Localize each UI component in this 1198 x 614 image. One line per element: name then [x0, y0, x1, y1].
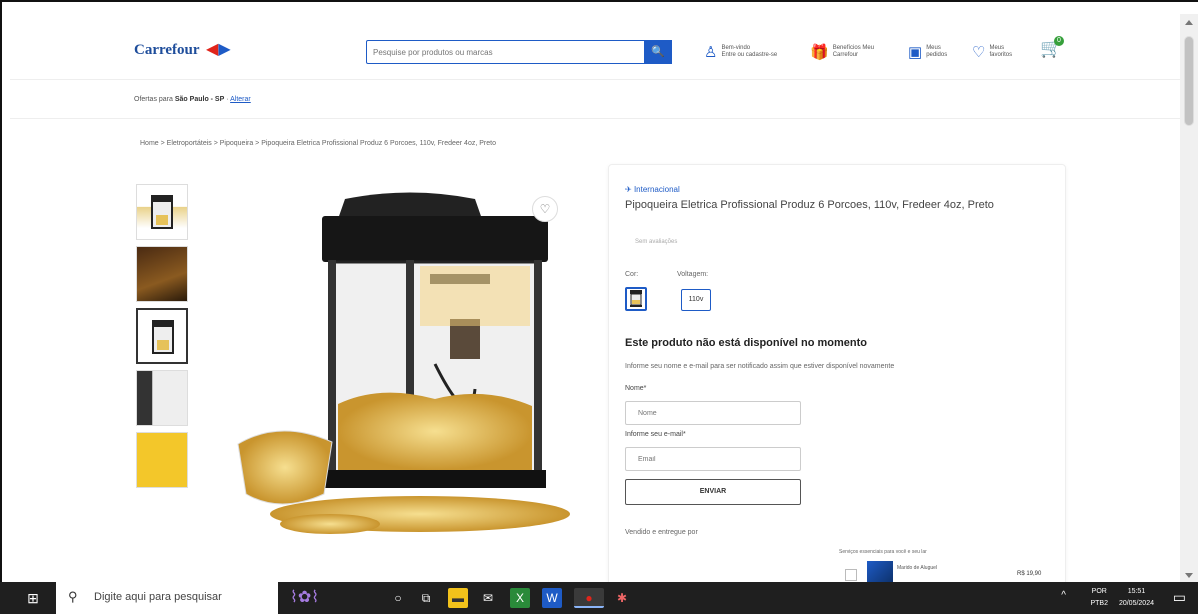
add-to-favorites-button[interactable]: ♡: [532, 196, 558, 222]
orders-label: Meus: [926, 45, 941, 51]
taskbar-search-text: Digite aqui para pesquisar: [94, 591, 222, 603]
color-label: Cor:: [625, 271, 639, 278]
tray-chevron-icon[interactable]: ^: [1061, 590, 1066, 601]
word-icon[interactable]: W: [542, 588, 562, 608]
international-badge: ✈ Internacional: [625, 185, 680, 194]
heart-icon: ♡: [972, 43, 986, 61]
popcorn-machine-image: [152, 320, 174, 354]
page-scrollbar[interactable]: [1180, 14, 1198, 584]
product-main-image[interactable]: [220, 174, 590, 544]
search-bar: 🔍: [366, 40, 672, 64]
header-divider: [10, 118, 1182, 119]
favorites-link[interactable]: ♡ Meus favoritos: [972, 40, 1012, 64]
scroll-up-icon[interactable]: [1185, 20, 1193, 25]
orders-icon: ▣: [908, 43, 923, 61]
heart-icon: ♡: [539, 202, 551, 216]
cortana-circle-icon[interactable]: ○: [388, 588, 408, 608]
user-icon: ♙: [704, 43, 718, 61]
email-field[interactable]: [625, 447, 801, 471]
service-image: [867, 561, 893, 584]
mail-icon[interactable]: ✉: [478, 588, 498, 608]
taskbar-search-box[interactable]: ⚲ Digite aqui para pesquisar: [56, 582, 278, 614]
page-viewport: Carrefour ◀▶ 🔍 ♙ Bem-vindoEntre ou cadas…: [10, 14, 1182, 584]
orders-link[interactable]: ▣ Meus pedidos: [908, 40, 947, 64]
send-button[interactable]: ENVIAR: [625, 479, 801, 505]
login-label: Bem-vindo: [721, 45, 751, 51]
thumbnail-5[interactable]: [136, 432, 188, 488]
carrefour-logo-mark-icon: ◀▶: [206, 41, 231, 58]
location-prefix: Ofertas para: [134, 96, 173, 103]
app-icon[interactable]: ✱: [612, 588, 632, 608]
product-info-panel: ✈ Internacional Pipoqueira Eletrica Prof…: [608, 164, 1066, 584]
benefits-label: Benefícios Meu: [832, 45, 875, 51]
windows-start-icon[interactable]: ⊞: [10, 582, 56, 614]
thumbnail-4[interactable]: [136, 370, 188, 426]
sold-by-label: Vendido e entregue por: [625, 529, 698, 536]
delivery-location: Ofertas para São Paulo - SP · Alterar: [134, 96, 251, 103]
cortana-icon[interactable]: ⌇✿⌇: [290, 586, 370, 610]
gift-icon: 🎁: [810, 43, 829, 61]
login-sublabel: Entre ou cadastre-se: [721, 52, 778, 58]
search-icon: 🔍: [651, 46, 665, 58]
service-price: R$ 19,90: [1017, 571, 1042, 577]
unavailable-title: Este produto não está disponível no mome…: [625, 337, 868, 349]
browser-window: Carrefour ◀▶ 🔍 ♙ Bem-vindoEntre ou cadas…: [0, 0, 1198, 614]
color-swatch-black[interactable]: [625, 287, 647, 311]
name-field[interactable]: [625, 401, 801, 425]
voltage-option-110v[interactable]: 110v: [681, 289, 711, 311]
language-code: POR: [1091, 588, 1107, 595]
thumbnail-list: [136, 184, 192, 494]
thumbnail-2[interactable]: [136, 246, 188, 302]
scrollbar-thumb[interactable]: [1184, 36, 1194, 126]
orders-sublabel: pedidos: [926, 52, 948, 58]
site-header: Carrefour ◀▶ 🔍 ♙ Bem-vindoEntre ou cadas…: [10, 14, 1182, 80]
task-view-icon[interactable]: ⧉: [416, 588, 436, 608]
service-checkbox[interactable]: [845, 569, 857, 581]
notification-icon[interactable]: ▭: [1173, 589, 1186, 606]
file-explorer-icon[interactable]: ▬: [448, 588, 468, 608]
windows-taskbar: ⊞ ⚲ Digite aqui para pesquisar ⌇✿⌇ ○ ⧉ ▬…: [0, 582, 1198, 614]
popcorn-machine-image: [151, 195, 173, 229]
favorites-label: Meus: [989, 45, 1005, 51]
location-city: São Paulo - SP: [174, 96, 225, 103]
voltage-label: Voltagem:: [677, 271, 709, 278]
clock-time: 15:51: [1127, 588, 1146, 595]
notify-description: Informe seu nome e e-mail para ser notif…: [625, 363, 895, 370]
search-icon: ⚲: [68, 589, 78, 604]
language-indicator[interactable]: POR PTB2: [1090, 586, 1108, 610]
popcorn-machine-icon: [630, 290, 642, 307]
benefits-sublabel: Carrefour: [832, 52, 859, 58]
login-link[interactable]: ♙ Bem-vindo Entre ou cadastre-se: [704, 40, 777, 64]
carrefour-logo[interactable]: Carrefour: [134, 42, 200, 59]
search-input[interactable]: [373, 43, 635, 61]
breadcrumb[interactable]: Home > Eletroportáteis > Pipoqueira > Pi…: [140, 140, 496, 147]
clock-date: 20/05/2024: [1118, 600, 1154, 607]
benefits-link[interactable]: 🎁 Benefícios Meu Carrefour: [810, 40, 874, 64]
change-location-link[interactable]: Alterar: [230, 96, 251, 103]
international-badge-label: Internacional: [633, 185, 680, 194]
chrome-icon[interactable]: ●: [574, 588, 604, 608]
thumbnail-3[interactable]: [136, 308, 188, 364]
name-label: Nome*: [625, 385, 647, 392]
favorites-sublabel: favoritos: [989, 52, 1013, 58]
keyboard-code: PTB2: [1090, 600, 1108, 607]
services-title: Serviços essenciais para você e seu lar: [839, 549, 927, 555]
thumbnail-1[interactable]: [136, 184, 188, 240]
rating-note: Sem avaliações: [635, 239, 678, 245]
search-button[interactable]: 🔍: [644, 40, 672, 64]
taskbar-clock[interactable]: 15:51 20/05/2024: [1119, 586, 1154, 610]
email-label: Informe seu e-mail*: [625, 431, 686, 438]
scroll-down-icon[interactable]: [1185, 573, 1193, 578]
excel-icon[interactable]: X: [510, 588, 530, 608]
service-name: Marido de Aluguel: [897, 565, 938, 571]
product-title: Pipoqueira Eletrica Profissional Produz …: [625, 199, 994, 211]
cart-count-badge: 0: [1054, 36, 1064, 46]
